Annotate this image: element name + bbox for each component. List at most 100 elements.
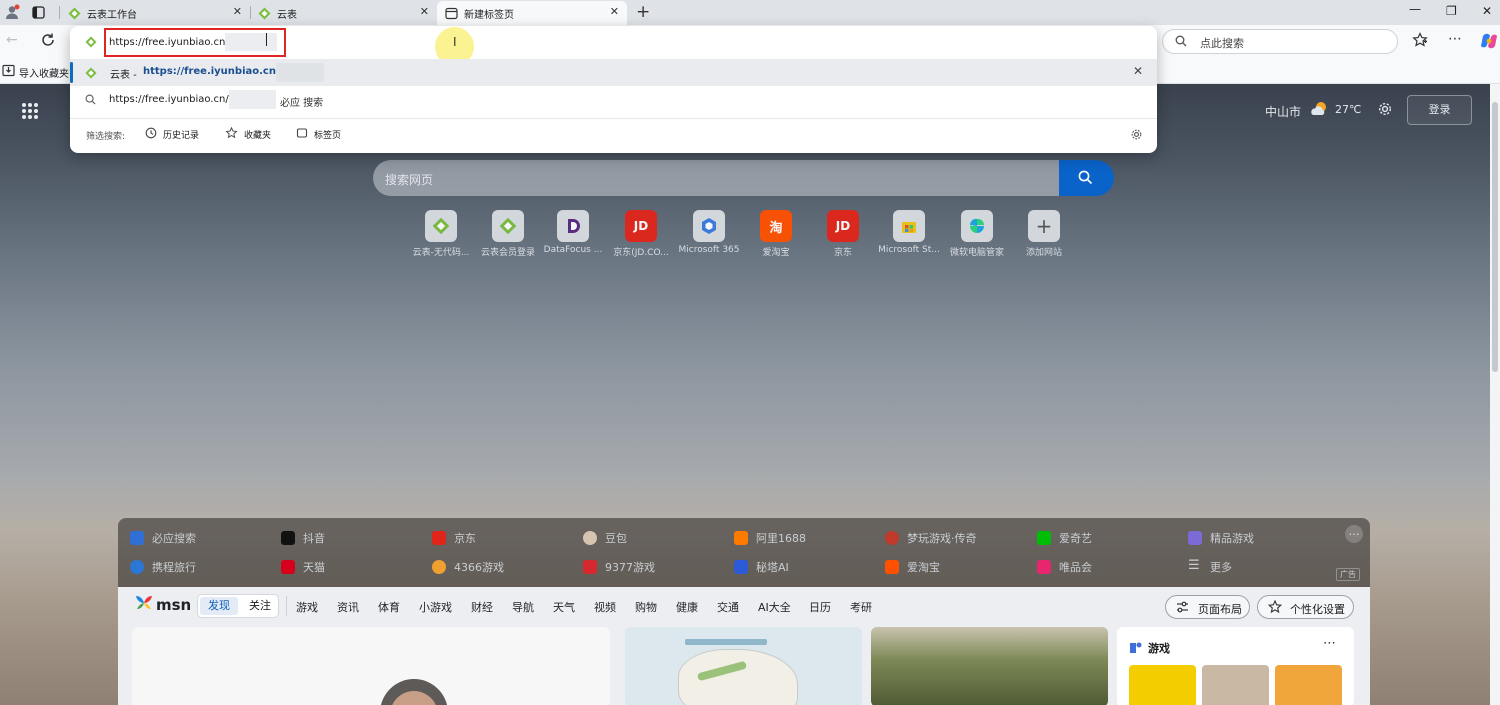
- quick-link-microsoft-store[interactable]: Microsoft St...: [878, 210, 940, 255]
- quick-bar-metaso[interactable]: 秘塔AI: [734, 559, 789, 575]
- new-tab-plus-icon[interactable]: +: [636, 2, 650, 22]
- quick-bar-douyin[interactable]: 抖音: [281, 530, 325, 546]
- page-scrollbar[interactable]: [1490, 84, 1500, 705]
- quick-bar-9377[interactable]: 9377游戏: [583, 559, 655, 575]
- remove-suggestion-close-icon[interactable]: ✕: [1133, 64, 1143, 78]
- quick-bar-games[interactable]: 精品游戏: [1188, 530, 1254, 546]
- quick-link-jd[interactable]: JD 京东: [812, 210, 874, 258]
- page-settings-gear-icon[interactable]: [1377, 101, 1393, 120]
- quick-link-yunbiao-login[interactable]: 云表会员登录: [477, 210, 539, 258]
- quick-bar-4366[interactable]: 4366游戏: [432, 559, 504, 575]
- restore-icon[interactable]: ❐: [1446, 4, 1457, 18]
- quick-bar-more-icon[interactable]: …: [1345, 525, 1363, 543]
- msn-category-finance[interactable]: 财经: [471, 599, 493, 615]
- history-clock-icon: [145, 127, 157, 142]
- quick-link-ai-taobao[interactable]: 淘 爱淘宝: [745, 210, 807, 258]
- quick-bar-doubao[interactable]: 豆包: [583, 530, 627, 546]
- tab-actions-icon[interactable]: [32, 6, 45, 22]
- msn-category-ai[interactable]: AI大全: [758, 599, 791, 615]
- tab-title: 云表工作台: [87, 9, 137, 21]
- back-arrow-icon[interactable]: ←: [6, 32, 18, 48]
- games-people-icon: [1129, 640, 1143, 657]
- msn-category-sports[interactable]: 体育: [378, 599, 400, 615]
- msn-category-games[interactable]: 游戏: [296, 599, 318, 615]
- jd-icon: JD: [625, 210, 657, 242]
- refresh-icon[interactable]: [40, 32, 56, 51]
- close-icon[interactable]: ✕: [233, 5, 242, 18]
- quick-bar-label: 抖音: [303, 532, 325, 545]
- close-icon[interactable]: ✕: [420, 5, 429, 18]
- copilot-icon[interactable]: [1480, 32, 1498, 53]
- suggestion-item-site[interactable]: 云表 - https://free.iyunbiao.cn/1 ✕: [70, 59, 1157, 86]
- quick-link-datafocus[interactable]: DataFocus ...: [542, 210, 604, 255]
- quick-link-microsoft365[interactable]: Microsoft 365: [678, 210, 740, 255]
- quick-link-label: 云表-无代码...: [412, 248, 470, 258]
- quick-bar-tmall[interactable]: 天猫: [281, 559, 325, 575]
- quick-link-pc-manager[interactable]: 微软电脑管家: [946, 210, 1008, 258]
- quick-bar-label: 爱淘宝: [907, 561, 940, 574]
- quick-bar-vip[interactable]: 唯品会: [1037, 559, 1092, 575]
- quick-link-yunbiao[interactable]: 云表-无代码...: [410, 210, 472, 258]
- msn-tab-follow[interactable]: 关注: [242, 597, 278, 615]
- search-settings-gear-icon[interactable]: [1130, 128, 1143, 144]
- weather-map-card[interactable]: [625, 627, 862, 705]
- game-thumb-3[interactable]: [1275, 665, 1342, 705]
- nature-photo-card[interactable]: [871, 627, 1108, 705]
- profile-icon[interactable]: [4, 4, 20, 23]
- quick-bar-iqiyi[interactable]: 爱奇艺: [1037, 530, 1092, 546]
- more-menu-icon[interactable]: ⋯: [1448, 31, 1462, 47]
- page-layout-button[interactable]: 页面布局: [1165, 595, 1250, 619]
- msn-category-weather[interactable]: 天气: [553, 599, 575, 615]
- suggestion-item-search[interactable]: https://free.iyunbiao.cn/ 必应 搜索: [70, 87, 1157, 114]
- quick-bar-bing[interactable]: 必应搜索: [130, 530, 196, 546]
- scrollbar-thumb[interactable]: [1492, 102, 1498, 372]
- main-search-input[interactable]: 搜索网页: [373, 160, 1060, 196]
- msn-category-shopping[interactable]: 购物: [635, 599, 657, 615]
- quick-bar-more[interactable]: ☰ 更多: [1188, 559, 1232, 575]
- login-button[interactable]: 登录: [1407, 95, 1472, 125]
- quick-bar-1688[interactable]: 阿里1688: [734, 530, 806, 546]
- filter-favorites-button[interactable]: 收藏夹: [225, 126, 271, 142]
- msn-logo-text[interactable]: msn: [156, 596, 191, 614]
- close-icon[interactable]: ✕: [610, 5, 619, 18]
- close-window-icon[interactable]: ✕: [1482, 4, 1492, 18]
- msn-category-mini-games[interactable]: 小游戏: [419, 599, 452, 615]
- msn-category-video[interactable]: 视频: [594, 599, 616, 615]
- msn-category-exam[interactable]: 考研: [850, 599, 872, 615]
- tab-yunbiao-workbench[interactable]: 云表工作台 ✕: [60, 1, 250, 25]
- news-card-main[interactable]: [132, 627, 610, 705]
- toolbar-search-placeholder: 点此搜索: [1200, 37, 1244, 50]
- quick-link-jd-com[interactable]: JD 京东(JD.CO...: [610, 210, 672, 258]
- quick-link-add-site[interactable]: + 添加网站: [1013, 210, 1075, 258]
- main-search-button[interactable]: [1059, 160, 1114, 196]
- personalize-button[interactable]: 个性化设置: [1257, 595, 1354, 619]
- iqiyi-icon: [1037, 531, 1051, 545]
- address-input[interactable]: https://free.iyunbiao.cn/: [104, 28, 286, 57]
- tab-new-tab[interactable]: 新建标签页 ✕: [437, 1, 627, 25]
- quick-bar-ctrip[interactable]: 携程旅行: [130, 559, 196, 575]
- msn-category-news[interactable]: 资讯: [337, 599, 359, 615]
- msn-category-traffic[interactable]: 交通: [717, 599, 739, 615]
- game-thumb-1[interactable]: [1129, 665, 1196, 705]
- msn-tab-discover[interactable]: 发现: [200, 597, 238, 615]
- msn-category-calendar[interactable]: 日历: [809, 599, 831, 615]
- quick-bar-jd[interactable]: 京东: [432, 530, 476, 546]
- filter-history-button[interactable]: 历史记录: [145, 127, 199, 142]
- filter-tabs-button[interactable]: 标签页: [296, 127, 341, 142]
- minimize-icon[interactable]: —: [1409, 2, 1421, 16]
- tab-yunbiao[interactable]: 云表 ✕: [250, 1, 437, 25]
- msn-category-navigation[interactable]: 导航: [512, 599, 534, 615]
- favorites-star-icon[interactable]: [1412, 32, 1428, 51]
- game-thumb-2[interactable]: [1202, 665, 1269, 705]
- quick-bar-mengwan[interactable]: 梦玩游戏·传奇: [885, 530, 977, 546]
- msn-category-health[interactable]: 健康: [676, 599, 698, 615]
- import-favorites-link[interactable]: 导入收藏夹: [19, 65, 69, 80]
- sparkle-star-icon: [1267, 599, 1283, 617]
- toolbar-search-box[interactable]: 点此搜索: [1162, 29, 1398, 54]
- quick-bar-label: 4366游戏: [454, 561, 504, 574]
- quick-bar-ai-taobao[interactable]: 爱淘宝: [885, 559, 940, 575]
- games-more-icon[interactable]: ⋯: [1323, 636, 1336, 651]
- plus-icon: +: [1028, 210, 1060, 242]
- weather-city[interactable]: 中山市: [1265, 103, 1301, 120]
- apps-grid-icon[interactable]: [22, 103, 38, 119]
